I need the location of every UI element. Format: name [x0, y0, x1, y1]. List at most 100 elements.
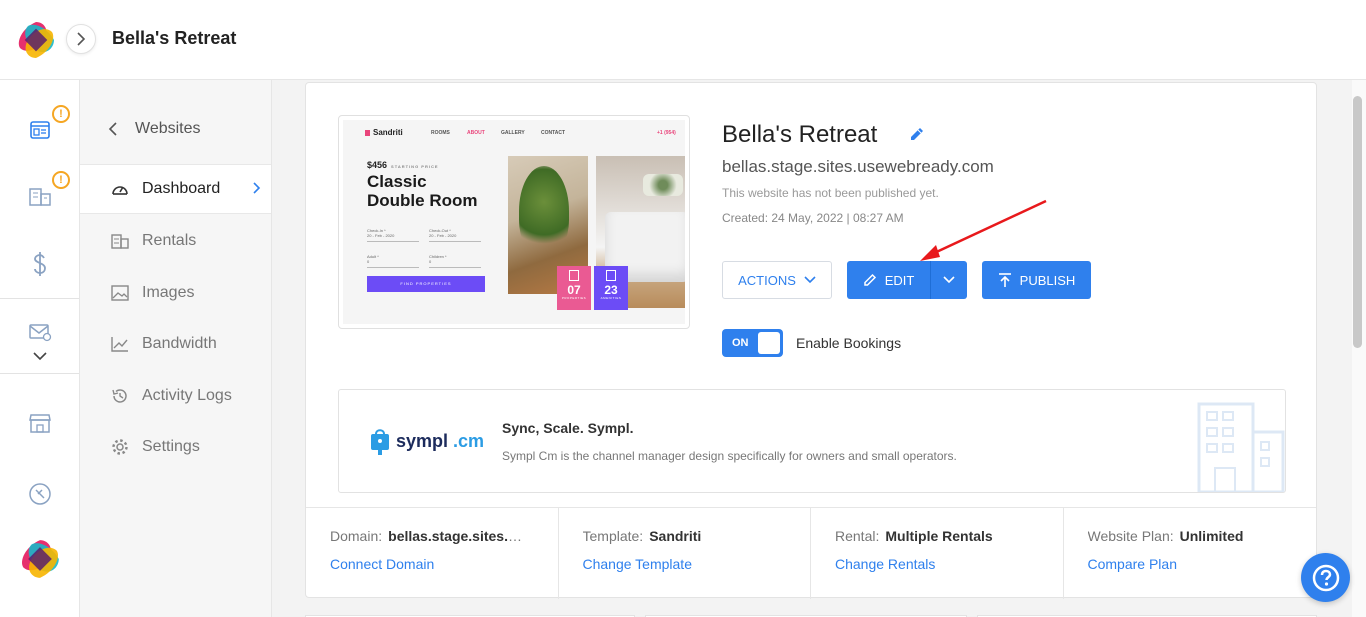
building-icon [110, 231, 130, 251]
website-url: bellas.stage.sites.usewebready.com [722, 157, 994, 176]
promo-heading: Sync, Scale. Sympl. [502, 420, 634, 436]
edit-options-button[interactable] [931, 261, 967, 299]
preview-room-title: Classic Double Room [367, 172, 478, 210]
warning-badge: ! [52, 171, 70, 189]
publish-label: PUBLISH [1019, 272, 1076, 288]
chevron-right-icon [77, 32, 86, 46]
preview-field: Children * 0 [429, 254, 481, 268]
website-preview[interactable]: Sandriti ROOMS ABOUT GALLERY CONTACT +1 … [338, 115, 690, 329]
enable-bookings-label: Enable Bookings [796, 335, 902, 351]
sympl-logo: sympl .cm [369, 426, 484, 456]
help-button[interactable] [1301, 553, 1350, 602]
sidebar-item-activity-logs[interactable]: Activity Logs [80, 371, 271, 421]
promo-description: Sympl Cm is the channel manager design s… [502, 449, 957, 463]
preview-nav-link: CONTACT [541, 130, 566, 136]
domain-info: Domain:bellas.stage.sites.usewebready.co… [306, 508, 559, 599]
history-icon [110, 386, 130, 406]
preview-brand: Sandriti [365, 128, 403, 137]
preview-price: $456 STARTING PRICE [367, 160, 439, 170]
preview-stat-amenities: 23 AMENITIES [594, 266, 628, 310]
info-line: Rental: Multiple Rentals [835, 528, 993, 544]
logo-icon[interactable] [14, 18, 58, 62]
top-header: Bella's Retreat [0, 0, 1366, 80]
preview-plant [519, 166, 569, 256]
edit-button[interactable]: EDIT [847, 261, 931, 299]
upload-icon [998, 272, 1011, 287]
compare-plan-link[interactable]: Compare Plan [1088, 556, 1317, 572]
edit-label: EDIT [884, 272, 915, 288]
info-line: Domain:bellas.stage.sites.usewebready.co… [330, 528, 530, 544]
building-icon [569, 270, 579, 281]
sidebar-item-settings[interactable]: Settings [80, 422, 271, 472]
back-to-websites-link[interactable]: Websites [108, 120, 201, 138]
sidebar-item-dashboard[interactable]: Dashboard [80, 164, 271, 214]
preview-nav-link: ROOMS [431, 130, 450, 136]
actions-label: ACTIONS [738, 272, 796, 288]
buildings-icon[interactable] [26, 182, 54, 210]
warning-badge: ! [52, 105, 70, 123]
preview-field: Check-Out * 20 - Feb - 2020 [429, 228, 481, 242]
sidebar-item-label: Rentals [142, 232, 197, 249]
annotation-arrow [920, 199, 1047, 261]
toggle-knob [758, 332, 780, 354]
sidebar-item-images[interactable]: Images [80, 268, 271, 318]
shopping-bag-icon [371, 429, 389, 455]
preview-nav-link: GALLERY [501, 130, 525, 136]
enable-bookings-toggle[interactable]: ON [722, 329, 783, 357]
pencil-icon[interactable] [908, 125, 926, 143]
toggle-state: ON [732, 337, 749, 349]
image-icon [110, 283, 130, 303]
preview-nav-link: ABOUT [467, 130, 485, 136]
sidebar-item-label: Bandwidth [142, 335, 217, 352]
preview-pillow [643, 174, 683, 196]
actions-dropdown-button[interactable]: ACTIONS [722, 261, 832, 299]
sympl-promo-banner[interactable]: sympl .cm Sync, Scale. Sympl. Sympl Cm is… [338, 389, 1286, 493]
change-rentals-link[interactable]: Change Rentals [835, 556, 1063, 572]
preview-phone: +1 (954) [657, 130, 676, 136]
sidebar-item-label: Settings [142, 438, 200, 455]
sidebar-item-rentals[interactable]: Rentals [80, 216, 271, 266]
change-template-link[interactable]: Change Template [583, 556, 811, 572]
rental-info: Rental: Multiple Rentals Change Rentals [811, 508, 1064, 599]
trend-icon [110, 334, 130, 354]
chevron-down-icon [804, 276, 816, 284]
plan-info: Website Plan: Unlimited Compare Plan [1064, 508, 1317, 599]
dollar-icon[interactable] [26, 250, 54, 278]
page-title: Bella's Retreat [112, 28, 237, 48]
chevron-left-icon [108, 122, 117, 136]
question-icon [1312, 564, 1339, 591]
chevron-right-icon [253, 182, 261, 194]
icon-rail: ! ! [0, 80, 80, 617]
preview-screenshot: Sandriti ROOMS ABOUT GALLERY CONTACT +1 … [343, 120, 685, 324]
rail-divider [0, 298, 79, 299]
info-line: Website Plan: Unlimited [1087, 528, 1244, 544]
sidebar-item-bandwidth[interactable]: Bandwidth [80, 319, 271, 369]
sidebar-item-label: Dashboard [142, 180, 221, 197]
preview-stat-properties: 07 PROPERTIES [557, 266, 591, 310]
compass-icon[interactable] [26, 480, 54, 508]
website-title: Bella's Retreat [722, 121, 878, 148]
sidebar-item-label: Activity Logs [142, 387, 232, 404]
website-info-strip: Domain:bellas.stage.sites.usewebready.co… [306, 507, 1317, 599]
logo-icon[interactable] [17, 536, 63, 582]
website-card: Sandriti ROOMS ABOUT GALLERY CONTACT +1 … [305, 82, 1317, 599]
gauge-icon [110, 179, 130, 199]
edit-button-group: EDIT [847, 261, 967, 299]
info-line: Template: Sandriti [582, 528, 702, 544]
websites-icon[interactable] [26, 116, 54, 144]
publish-button[interactable]: PUBLISH [982, 261, 1091, 299]
chevron-down-icon[interactable] [26, 344, 54, 368]
store-icon[interactable] [26, 409, 54, 437]
buildings-background-icon [1197, 402, 1285, 492]
gear-icon [110, 437, 130, 457]
sidebar-toggle-button[interactable] [66, 24, 96, 54]
back-label: Websites [135, 120, 201, 137]
mail-settings-icon[interactable] [26, 318, 54, 346]
connect-domain-link[interactable]: Connect Domain [330, 556, 558, 572]
sidebar-item-label: Images [142, 284, 195, 301]
scrollbar-thumb[interactable] [1353, 96, 1362, 348]
main-content: Sandriti ROOMS ABOUT GALLERY CONTACT +1 … [272, 80, 1352, 617]
preview-field: Adult * 0 [367, 254, 419, 268]
template-info: Template: Sandriti Change Template [559, 508, 811, 599]
created-date: Created: 24 May, 2022 | 08:27 AM [722, 211, 904, 225]
